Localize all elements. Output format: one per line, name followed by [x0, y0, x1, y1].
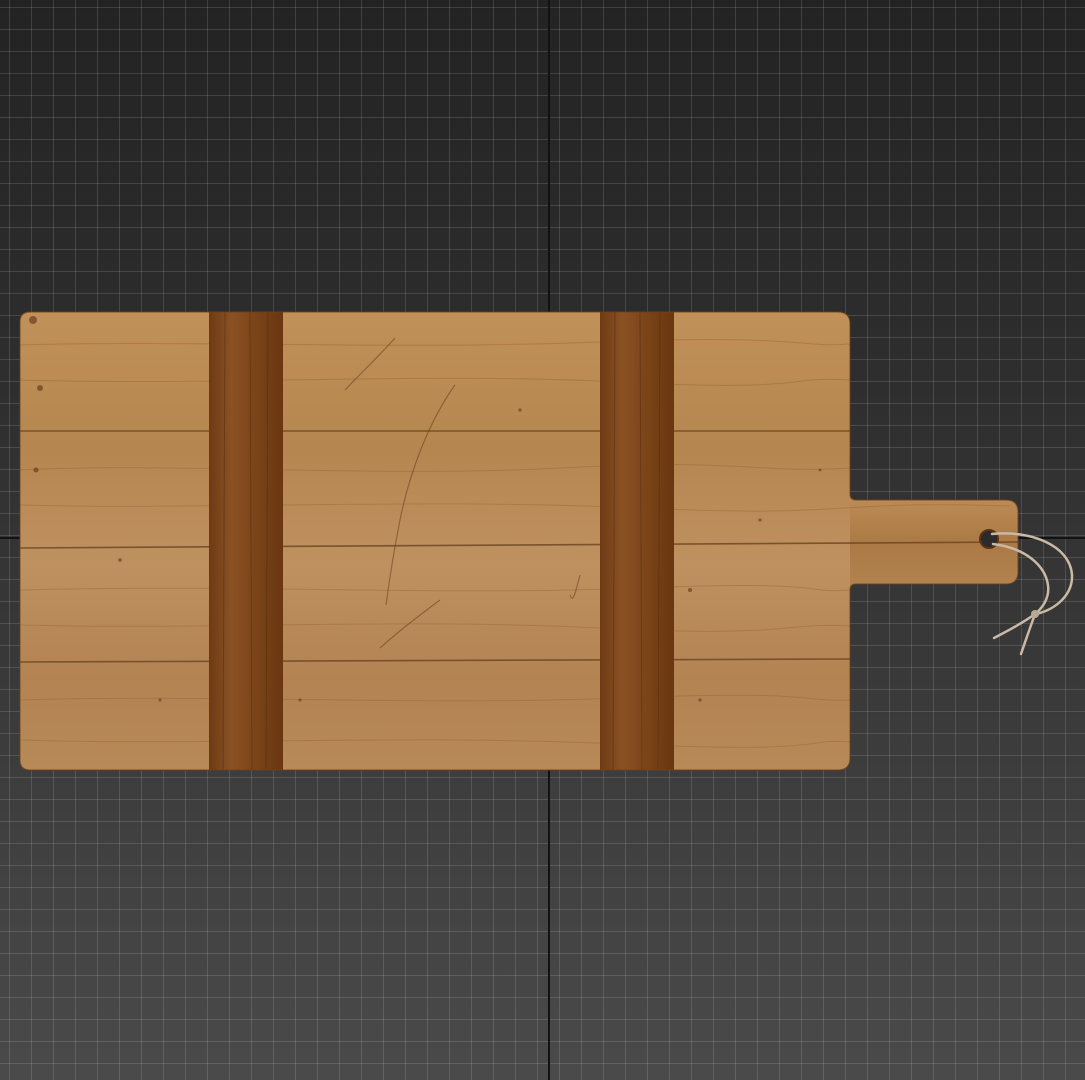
string-knot — [1031, 610, 1039, 618]
3d-viewport[interactable] — [0, 0, 1085, 1080]
cutting-board-model[interactable] — [0, 0, 1085, 1080]
board-cleat-right — [600, 312, 674, 770]
board-cleat-left — [209, 312, 283, 770]
board-body — [20, 312, 1018, 770]
